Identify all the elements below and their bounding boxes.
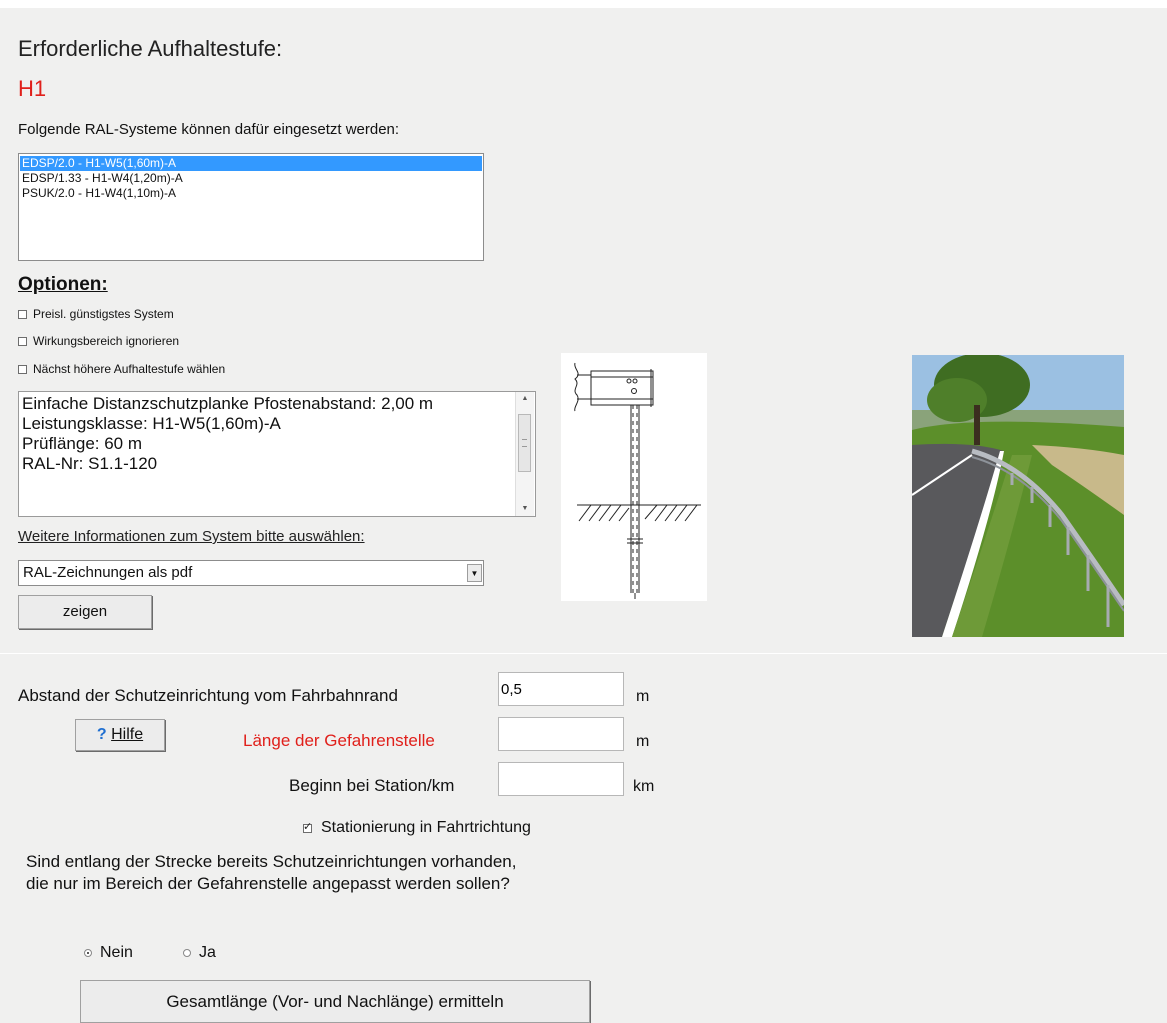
- option-cheapest[interactable]: Preisl. günstigstes System: [18, 307, 174, 321]
- distance-unit: m: [636, 688, 650, 705]
- option-label: Preisl. günstigstes System: [33, 307, 174, 321]
- system-info-box[interactable]: Einfache Distanzschutzplanke Pfostenabst…: [18, 391, 536, 517]
- scroll-thumb[interactable]: [518, 414, 531, 472]
- info-type-select[interactable]: RAL-Zeichnungen als pdf ▼: [18, 560, 484, 586]
- direction-label: Stationierung in Fahrtrichtung: [321, 819, 531, 836]
- start-station-label: Beginn bei Station/km: [289, 776, 455, 795]
- existing-barriers-question: Sind entlang der Strecke bereits Schutze…: [26, 851, 516, 895]
- info-scrollbar[interactable]: ▲ ▼: [515, 392, 534, 516]
- radio-button[interactable]: [183, 949, 191, 957]
- chevron-down-icon[interactable]: ▼: [467, 564, 482, 582]
- info-line: RAL-Nr: S1.1-120: [22, 454, 158, 473]
- calculate-length-button[interactable]: Gesamtlänge (Vor- und Nachlänge) ermitte…: [80, 980, 590, 1023]
- direction-option[interactable]: Stationierung in Fahrtrichtung: [303, 819, 531, 837]
- scroll-up-icon[interactable]: ▲: [516, 392, 534, 406]
- system-drawing: [561, 353, 707, 601]
- systems-listbox[interactable]: EDSP/2.0 - H1-W5(1,60m)-A EDSP/1.33 - H1…: [18, 153, 484, 261]
- info-line: Leistungsklasse: H1-W5(1,60m)-A: [22, 414, 281, 433]
- help-label: Hilfe: [111, 726, 144, 743]
- grip-icon: [522, 439, 527, 447]
- system-option[interactable]: PSUK/2.0 - H1-W4(1,10m)-A: [20, 186, 482, 201]
- page-title: Erforderliche Aufhaltestufe:: [18, 36, 283, 61]
- option-label: Wirkungsbereich ignorieren: [33, 334, 180, 348]
- systems-intro: Folgende RAL-Systeme können dafür einges…: [18, 121, 400, 138]
- radio-label: Nein: [100, 944, 133, 961]
- radio-label: Ja: [199, 944, 216, 961]
- more-info-link[interactable]: Weitere Informationen zum System bitte a…: [18, 528, 365, 545]
- radio-yes[interactable]: Ja: [183, 944, 216, 962]
- start-station-input[interactable]: [498, 762, 624, 796]
- radio-no[interactable]: Nein: [84, 944, 133, 962]
- options-title: Optionen:: [18, 274, 108, 295]
- start-station-unit: km: [633, 778, 655, 795]
- show-button[interactable]: zeigen: [18, 595, 152, 629]
- option-label: Nächst höhere Aufhaltestufe wählen: [33, 362, 226, 376]
- select-value: RAL-Zeichnungen als pdf: [23, 564, 193, 581]
- option-higher-level[interactable]: Nächst höhere Aufhaltestufe wählen: [18, 362, 225, 376]
- help-button[interactable]: ? Hilfe: [75, 719, 165, 751]
- scroll-down-icon[interactable]: ▼: [516, 502, 534, 516]
- distance-input[interactable]: [498, 672, 624, 706]
- checkbox[interactable]: [303, 820, 312, 833]
- checkbox[interactable]: [18, 336, 27, 346]
- system-option[interactable]: EDSP/1.33 - H1-W4(1,20m)-A: [20, 171, 482, 186]
- info-line: Prüflänge: 60 m: [22, 434, 143, 453]
- distance-label: Abstand der Schutzeinrichtung vom Fahrba…: [18, 686, 398, 705]
- question-icon: ?: [96, 726, 107, 743]
- hazard-length-unit: m: [636, 733, 650, 750]
- hazard-length-label: Länge der Gefahrenstelle: [243, 731, 435, 750]
- question-line: Sind entlang der Strecke bereits Schutze…: [26, 852, 517, 871]
- required-level: H1: [18, 76, 47, 101]
- checkbox[interactable]: [18, 364, 27, 374]
- hazard-length-input[interactable]: [498, 717, 624, 751]
- section-divider: [0, 653, 1167, 654]
- info-line: Einfache Distanzschutzplanke Pfostenabst…: [22, 394, 434, 413]
- option-ignore-range[interactable]: Wirkungsbereich ignorieren: [18, 334, 179, 348]
- question-line: die nur im Bereich der Gefahrenstelle an…: [26, 874, 510, 893]
- system-option[interactable]: EDSP/2.0 - H1-W5(1,60m)-A: [20, 156, 482, 171]
- checkbox[interactable]: [18, 309, 27, 319]
- radio-button[interactable]: [84, 949, 92, 957]
- road-photo: [912, 355, 1124, 637]
